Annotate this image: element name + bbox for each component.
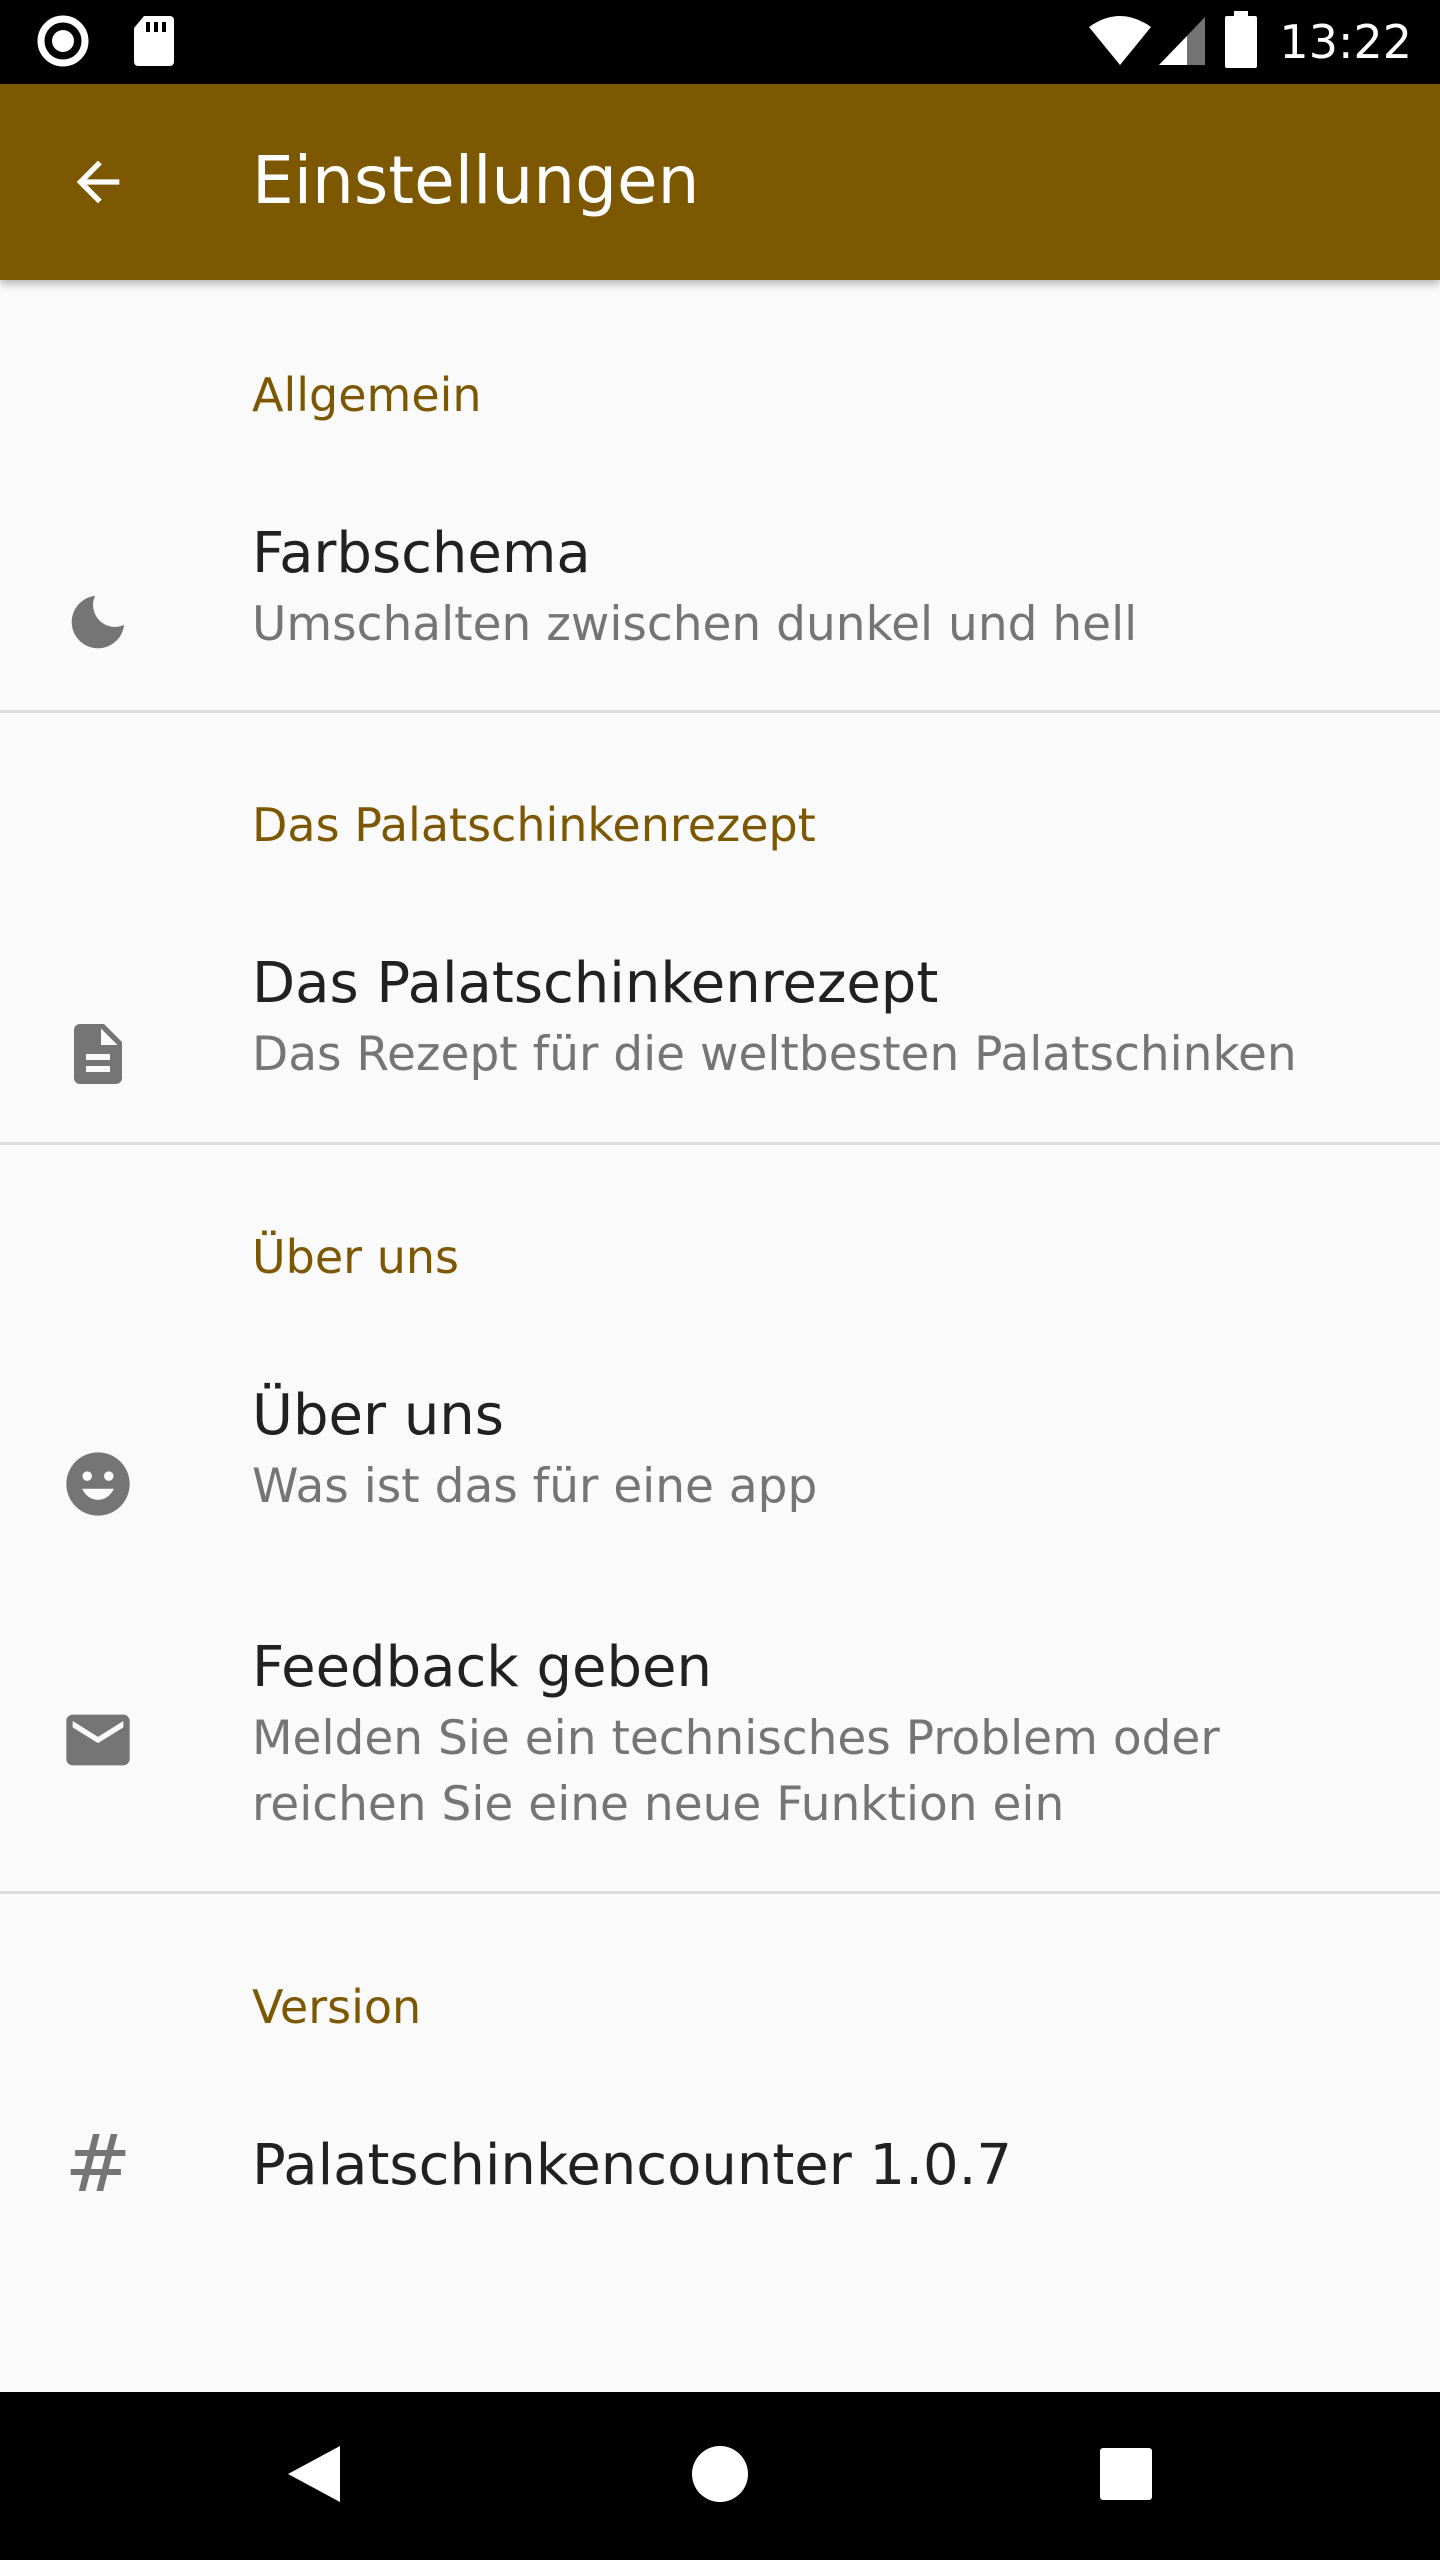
signal-icon — [1157, 13, 1207, 71]
nav-home-button[interactable] — [680, 2436, 760, 2516]
divider — [0, 1142, 1440, 1145]
nav-back-icon — [284, 2442, 344, 2510]
pref-title: Palatschinkencounter 1.0.7 — [252, 2133, 1013, 2198]
navigation-bar — [0, 2392, 1440, 2560]
pref-ueber-uns[interactable]: Über uns Was ist das für eine app — [0, 1332, 1440, 1576]
pref-title: Feedback geben — [252, 1635, 712, 1700]
wifi-icon — [1087, 13, 1153, 71]
status-time: 13:22 — [1279, 15, 1412, 69]
divider — [0, 710, 1440, 713]
nav-home-icon — [690, 2444, 750, 2508]
mail-icon — [58, 1700, 138, 1780]
pref-summary: Melden Sie ein technisches Problem oder … — [252, 1711, 1220, 1832]
nav-back-button[interactable] — [274, 2436, 354, 2516]
arrow-back-icon — [66, 150, 130, 218]
page-title: Einstellungen — [252, 142, 700, 219]
app-bar: Einstellungen — [0, 84, 1440, 280]
section-header-rezept: Das Palatschinkenrezept — [252, 798, 816, 852]
nav-recents-icon — [1098, 2446, 1154, 2506]
pref-title: Farbschema — [252, 521, 591, 586]
pref-summary: Das Rezept für die weltbesten Palatschin… — [252, 1027, 1297, 1082]
divider — [0, 1891, 1440, 1894]
status-left-icons — [36, 14, 176, 72]
pref-feedback[interactable]: Feedback geben Melden Sie ein technische… — [0, 1590, 1440, 1890]
sd-card-icon — [132, 14, 176, 72]
hash-icon: # — [58, 2124, 138, 2204]
section-header-ueber-uns: Über uns — [252, 1230, 459, 1284]
pref-title: Über uns — [252, 1383, 504, 1448]
back-button[interactable] — [56, 142, 140, 226]
section-header-allgemein: Allgemein — [252, 368, 482, 422]
pref-title: Das Palatschinkenrezept — [252, 951, 939, 1016]
pref-summary: Umschalten zwischen dunkel und hell — [252, 597, 1138, 652]
moon-icon — [58, 582, 138, 662]
nav-recents-button[interactable] — [1086, 2436, 1166, 2516]
smiley-icon — [58, 1444, 138, 1524]
pref-farbschema[interactable]: Farbschema Umschalten zwischen dunkel un… — [0, 470, 1440, 710]
section-header-version: Version — [252, 1980, 422, 2034]
pref-version[interactable]: # Palatschinkencounter 1.0.7 — [0, 2082, 1440, 2246]
status-right-icons: 13:22 — [1087, 10, 1412, 74]
pref-rezept[interactable]: Das Palatschinkenrezept Das Rezept für d… — [0, 900, 1440, 1142]
record-icon — [36, 14, 90, 72]
pref-summary: Was ist das für eine app — [252, 1459, 818, 1514]
battery-icon — [1223, 11, 1259, 73]
document-icon — [58, 1014, 138, 1094]
hash-glyph: # — [64, 2117, 132, 2210]
status-bar: 13:22 — [0, 0, 1440, 84]
